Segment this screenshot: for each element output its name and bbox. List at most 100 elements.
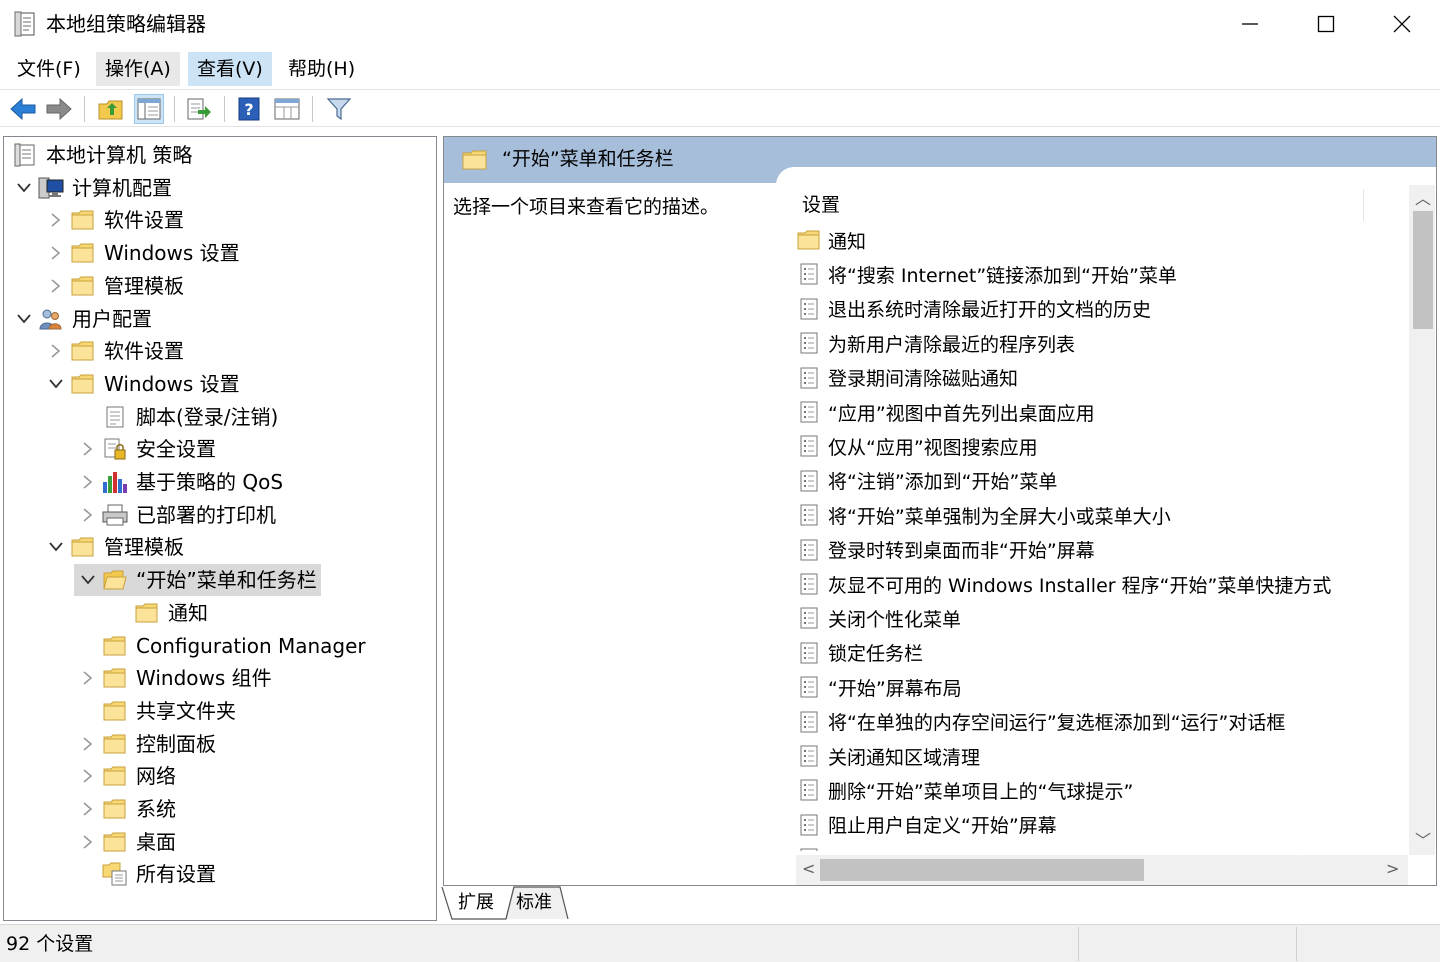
- chevron-right-icon[interactable]: [42, 204, 70, 236]
- chevron-down-icon[interactable]: [42, 531, 70, 563]
- folder-icon: [70, 208, 96, 232]
- chevron-right-icon[interactable]: [42, 335, 70, 367]
- tree-node-label: Windows 设置: [104, 241, 240, 266]
- chevron-down-icon[interactable]: [42, 368, 70, 400]
- list-item-setting[interactable]: 将“在单独的内存空间运行”复选框添加到“运行”对话框: [796, 705, 1285, 739]
- scroll-left-icon[interactable]: <: [802, 859, 815, 879]
- list-item-label: 阻止用户自定义“开始”屏幕: [828, 815, 1057, 838]
- scroll-down-icon[interactable]: ﹀: [1415, 831, 1431, 851]
- chevron-right-icon[interactable]: [42, 270, 70, 302]
- scroll-up-icon[interactable]: ︿: [1415, 189, 1431, 209]
- list-item-setting[interactable]: 将“开始”菜单强制为全屏大小或菜单大小: [796, 498, 1171, 532]
- list-item-setting[interactable]: 灰显不可用的 Windows Installer 程序“开始”菜单快捷方式: [796, 567, 1331, 601]
- list-item-setting[interactable]: 将“搜索 Internet”链接添加到“开始”菜单: [796, 257, 1177, 291]
- list-item-setting[interactable]: 删除并阻止访问“关机”、“重新启动”、“睡眠”和“休眠”命令: [796, 842, 1325, 851]
- list-item-setting[interactable]: 退出系统时清除最近打开的文档的历史: [796, 292, 1151, 326]
- tree-node[interactable]: 安全设置: [74, 433, 220, 465]
- close-button[interactable]: [1364, 0, 1439, 48]
- tree-node[interactable]: Windows 组件: [74, 662, 276, 694]
- menu-view[interactable]: 查看(V): [188, 52, 272, 86]
- list-item-label: 将“在单独的内存空间运行”复选框添加到“运行”对话框: [828, 712, 1286, 735]
- tree-node[interactable]: 网络: [74, 760, 180, 792]
- chevron-right-icon[interactable]: [74, 793, 102, 825]
- chevron-right-icon[interactable]: [74, 826, 102, 858]
- list-item-setting[interactable]: 登录期间清除磁贴通知: [796, 361, 1018, 395]
- tab-standard[interactable]: 标准: [506, 886, 562, 920]
- list-item-setting[interactable]: 关闭通知区域清理: [796, 739, 980, 773]
- list-item-label: 为新用户清除最近的程序列表: [828, 333, 1076, 356]
- list-item-setting[interactable]: “开始”屏幕布局: [796, 670, 962, 704]
- view-tabs: 扩展 标准: [440, 886, 1140, 922]
- chevron-right-icon[interactable]: [74, 433, 102, 465]
- tree-node[interactable]: 软件设置: [42, 204, 188, 236]
- list-item-setting[interactable]: 将“注销”添加到“开始”菜单: [796, 464, 1057, 498]
- show-hide-tree-button[interactable]: [134, 94, 164, 124]
- navigation-tree[interactable]: 本地计算机 策略 计算机配置 软件设置 Windows 设置 管理模板 用户配置 软件设置 W…: [3, 136, 437, 921]
- chevron-down-icon[interactable]: [74, 564, 102, 596]
- chevron-right-icon[interactable]: [42, 237, 70, 269]
- tree-node[interactable]: 本地计算机 策略: [10, 139, 196, 171]
- vertical-scrollbar[interactable]: ︿ ﹀: [1409, 185, 1435, 855]
- menu-help[interactable]: 帮助(H): [279, 52, 364, 86]
- tree-node[interactable]: 脚本(登录/注销): [74, 401, 282, 433]
- folder-icon: [102, 732, 128, 756]
- tab-extended[interactable]: 扩展: [448, 886, 504, 920]
- menu-file[interactable]: 文件(F): [8, 52, 90, 86]
- properties-pane-button[interactable]: [272, 94, 302, 124]
- tree-node[interactable]: 已部署的打印机: [74, 499, 280, 531]
- settings-list[interactable]: 通知 将“搜索 Internet”链接添加到“开始”菜单 退出系统时清除最近打开的文…: [796, 223, 1406, 851]
- horizontal-scroll-thumb[interactable]: [820, 859, 1144, 881]
- chevron-right-icon[interactable]: [74, 662, 102, 694]
- tree-node[interactable]: Configuration Manager: [74, 630, 370, 662]
- tree-node[interactable]: 通知: [106, 597, 212, 629]
- tree-node[interactable]: 管理模板: [42, 531, 188, 563]
- list-item-setting[interactable]: 关闭个性化菜单: [796, 601, 961, 635]
- tree-node[interactable]: “开始”菜单和任务栏: [74, 564, 321, 597]
- chevron-down-icon[interactable]: [10, 303, 38, 335]
- tree-node[interactable]: 用户配置: [10, 303, 156, 335]
- list-item-setting[interactable]: 阻止用户自定义“开始”屏幕: [796, 808, 1057, 842]
- maximize-button[interactable]: [1288, 0, 1363, 48]
- list-item-setting[interactable]: 删除“开始”菜单项目上的“气球提示”: [796, 773, 1133, 807]
- tree-node[interactable]: Windows 设置: [42, 368, 244, 400]
- list-item-folder[interactable]: 通知: [796, 223, 866, 257]
- list-item-setting[interactable]: 为新用户清除最近的程序列表: [796, 326, 1075, 360]
- tree-node[interactable]: 计算机配置: [10, 172, 176, 204]
- chevron-right-icon[interactable]: [74, 499, 102, 531]
- help-button[interactable]: ?: [234, 94, 264, 124]
- tree-node[interactable]: 控制面板: [74, 728, 220, 760]
- app-icon: [14, 11, 35, 37]
- list-item-setting[interactable]: “应用”视图中首先列出桌面应用: [796, 395, 1095, 429]
- tree-node[interactable]: 共享文件夹: [74, 695, 240, 727]
- menu-action[interactable]: 操作(A): [96, 52, 180, 86]
- column-header-setting[interactable]: 设置: [802, 189, 1364, 221]
- list-item-setting[interactable]: 锁定任务栏: [796, 636, 923, 670]
- tree-node[interactable]: 系统: [74, 793, 180, 825]
- tree-node[interactable]: 软件设置: [42, 335, 188, 367]
- setting-doc-icon: [796, 539, 822, 561]
- gpedit-window: 本地组策略编辑器 文件(F) 操作(A) 查看(V) 帮助(H) ? 本地计算机…: [0, 0, 1440, 962]
- list-item-setting[interactable]: 仅从“应用”视图搜索应用: [796, 429, 1038, 463]
- up-folder-button[interactable]: [96, 94, 126, 124]
- forward-button[interactable]: [44, 94, 74, 124]
- tree-node[interactable]: 管理模板: [42, 270, 188, 302]
- tree-node[interactable]: Windows 设置: [42, 237, 244, 269]
- chevron-right-icon[interactable]: [74, 466, 102, 498]
- tree-node[interactable]: 所有设置: [74, 858, 220, 890]
- list-item-setting[interactable]: 登录时转到桌面而非“开始”屏幕: [796, 533, 1095, 567]
- filter-button[interactable]: [324, 94, 354, 124]
- chevron-down-icon[interactable]: [10, 172, 38, 204]
- tree-node[interactable]: 基于策略的 QoS: [74, 466, 287, 498]
- tree-node-label: 桌面: [136, 829, 176, 854]
- chevron-right-icon[interactable]: [74, 760, 102, 792]
- vertical-scroll-thumb[interactable]: [1413, 211, 1433, 329]
- back-button[interactable]: [8, 94, 38, 124]
- horizontal-scrollbar[interactable]: < >: [796, 855, 1408, 885]
- minimize-button[interactable]: [1212, 0, 1287, 48]
- export-list-button[interactable]: [184, 94, 214, 124]
- scroll-right-icon[interactable]: >: [1386, 859, 1399, 879]
- tree-node[interactable]: 桌面: [74, 826, 180, 858]
- chevron-right-icon[interactable]: [74, 728, 102, 760]
- qos-chart-icon: [102, 470, 128, 494]
